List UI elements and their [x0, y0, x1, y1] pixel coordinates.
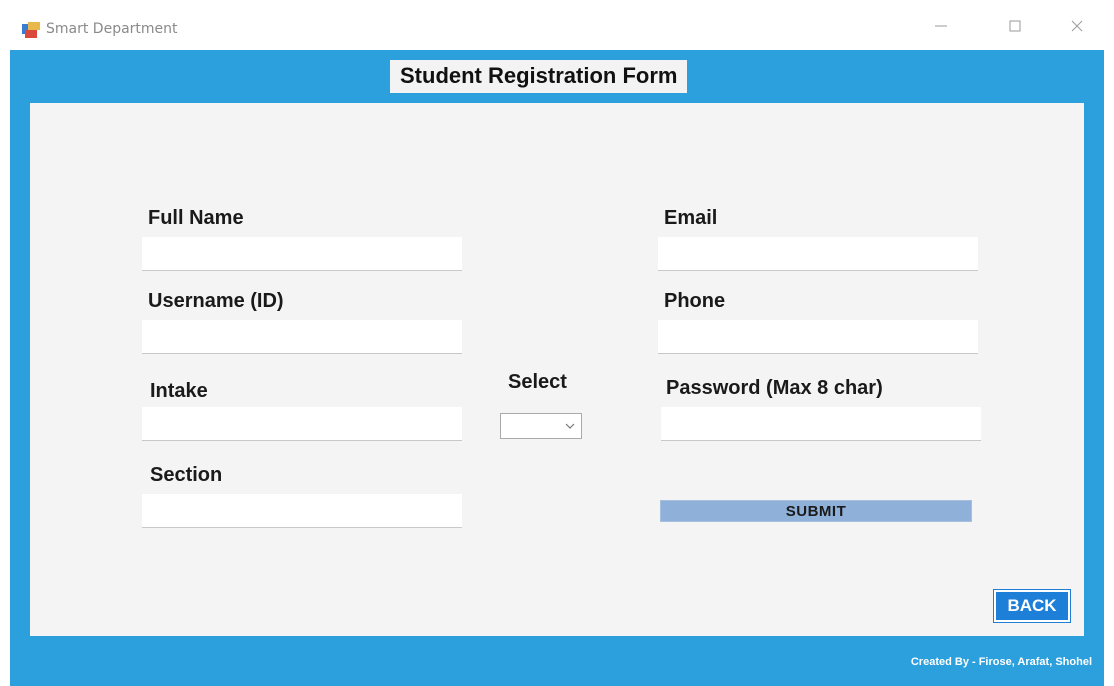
- intake-label: Intake: [150, 380, 208, 402]
- form-frame: Student Registration Form Full Name User…: [10, 50, 1104, 686]
- submit-button[interactable]: SUBMIT: [660, 500, 972, 522]
- intake-input[interactable]: [142, 407, 462, 441]
- full-name-input[interactable]: [142, 237, 462, 271]
- email-label: Email: [664, 207, 718, 229]
- title-bar: Smart Department: [0, 0, 1114, 50]
- close-icon: [1071, 20, 1083, 32]
- close-button[interactable]: [1054, 8, 1100, 44]
- full-name-label: Full Name: [148, 207, 244, 229]
- form-title: Student Registration Form: [390, 60, 688, 93]
- email-input[interactable]: [658, 237, 978, 271]
- intake-select-dropdown[interactable]: [500, 413, 582, 439]
- password-input[interactable]: [661, 407, 981, 441]
- window-title: Smart Department: [46, 21, 178, 37]
- back-button[interactable]: BACK: [993, 589, 1071, 623]
- username-label: Username (ID): [148, 290, 284, 312]
- form-panel: Full Name Username (ID) Intake Section S…: [30, 103, 1084, 636]
- app-window: Smart Department Student Registration Fo…: [0, 0, 1114, 686]
- maximize-button[interactable]: [992, 8, 1038, 44]
- minimize-button[interactable]: [918, 8, 964, 44]
- username-input[interactable]: [142, 320, 462, 354]
- maximize-icon: [1009, 20, 1021, 32]
- chevron-down-icon: [565, 423, 575, 429]
- select-label: Select: [508, 371, 567, 393]
- phone-label: Phone: [664, 290, 726, 312]
- app-window-icon: [22, 22, 40, 38]
- minimize-icon: [935, 25, 947, 27]
- phone-input[interactable]: [658, 320, 978, 354]
- credits-text: Created By - Firose, Arafat, Shohel: [910, 656, 1092, 668]
- section-input[interactable]: [142, 494, 462, 528]
- section-label: Section: [150, 464, 223, 486]
- password-label: Password (Max 8 char): [666, 377, 883, 399]
